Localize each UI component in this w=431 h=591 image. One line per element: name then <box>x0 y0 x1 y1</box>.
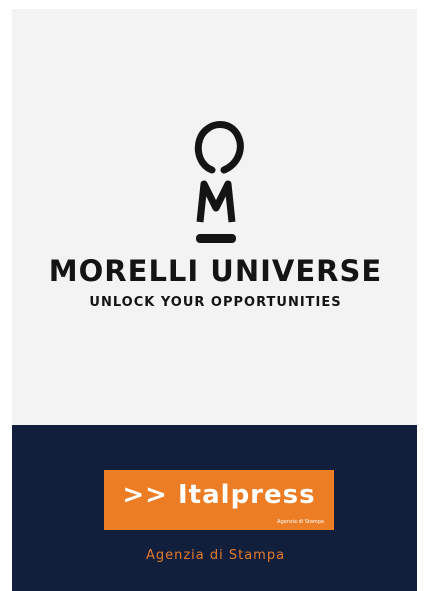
italpress-logo-text: >> Italpress <box>122 480 316 510</box>
agency-label: Agenzia di Stampa <box>145 548 286 563</box>
keyhole-m-logo-icon <box>194 121 244 243</box>
italpress-logo-subtext: Agenzia di Stampa <box>277 519 324 525</box>
italpress-logo: >> Italpress Agenzia di Stampa <box>104 470 334 530</box>
brand-tagline: UNLOCK YOUR OPPORTUNITIES <box>89 295 342 310</box>
brand-name: MORELLI UNIVERSE <box>48 254 383 288</box>
